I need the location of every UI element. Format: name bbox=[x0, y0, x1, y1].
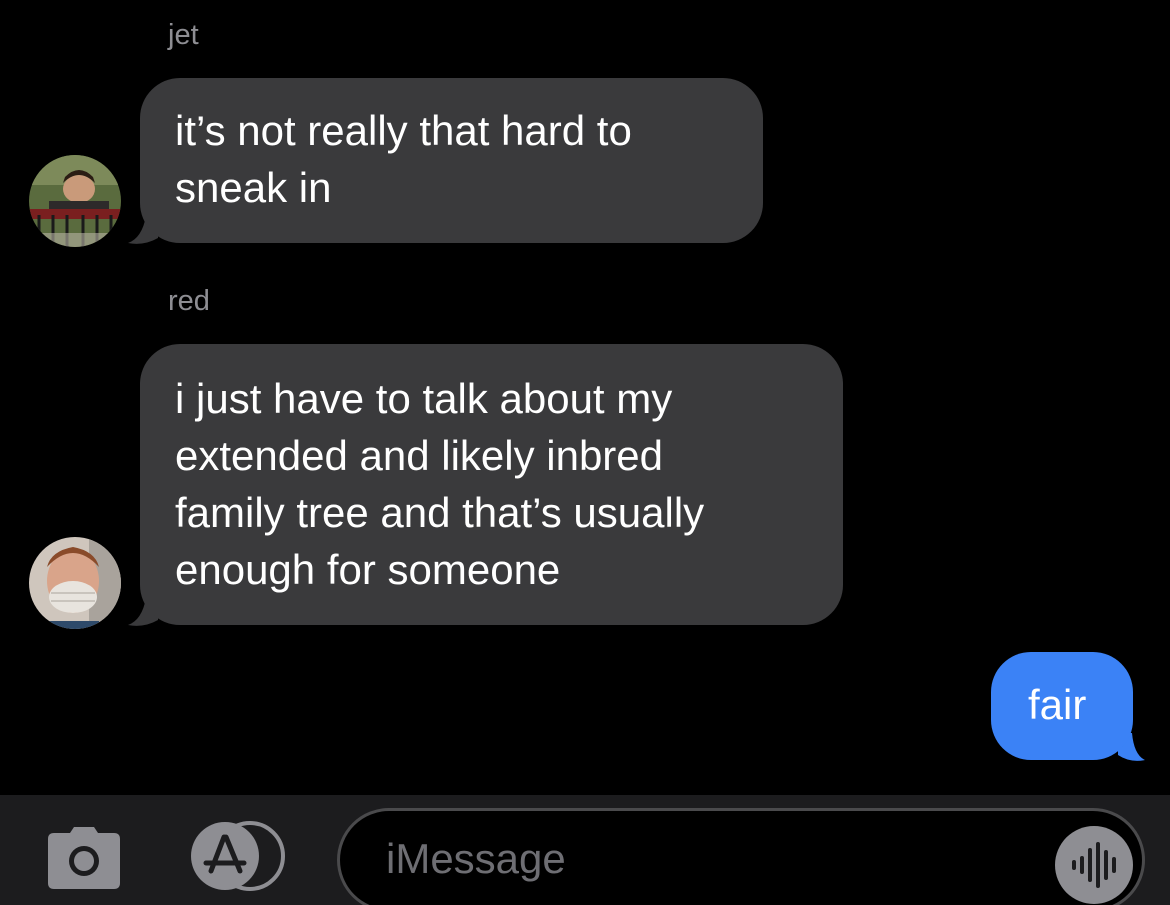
message-line: fair bbox=[1028, 681, 1087, 728]
app-store-button[interactable] bbox=[190, 821, 290, 891]
messages-screen: jet it’s not really that hard to sneak i… bbox=[0, 0, 1170, 905]
message-line: sneak in bbox=[175, 164, 332, 211]
masked-person-photo-avatar-icon bbox=[29, 537, 121, 629]
avatar-red[interactable] bbox=[29, 537, 121, 629]
imessage-placeholder: iMessage bbox=[386, 835, 566, 882]
message-bubble-red[interactable]: i just have to talk about my extended an… bbox=[140, 344, 843, 625]
message-bubble-outgoing[interactable]: fair bbox=[991, 652, 1133, 760]
message-line: family tree and that’s usually bbox=[175, 489, 705, 536]
camera-icon bbox=[48, 827, 120, 889]
avatar-jet[interactable] bbox=[29, 155, 121, 247]
message-line: i just have to talk about my bbox=[175, 375, 673, 422]
imessage-input[interactable]: iMessage bbox=[337, 808, 1145, 905]
message-bubble-jet[interactable]: it’s not really that hard to sneak in bbox=[140, 78, 763, 243]
audio-waveform-icon bbox=[1072, 842, 1116, 888]
message-line: it’s not really that hard to bbox=[175, 107, 632, 154]
message-line: enough for someone bbox=[175, 546, 561, 593]
message-line: extended and likely inbred bbox=[175, 432, 664, 479]
audio-message-button[interactable] bbox=[1055, 826, 1133, 904]
app-store-icon bbox=[191, 821, 285, 891]
sender-name-jet: jet bbox=[168, 19, 199, 51]
person-photo-avatar-icon bbox=[29, 155, 121, 247]
camera-button[interactable] bbox=[48, 825, 120, 889]
sender-name-red: red bbox=[168, 285, 210, 317]
